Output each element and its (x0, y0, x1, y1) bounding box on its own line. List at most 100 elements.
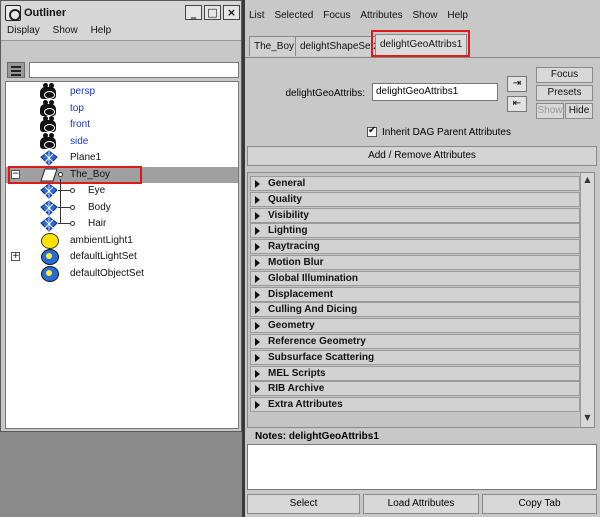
section-label: Raytracing (268, 241, 320, 253)
attribute-section[interactable]: Quality (250, 191, 580, 207)
outliner-item-label: defaultLightSet (70, 251, 137, 262)
inherit-dag-label: Inherit DAG Parent Attributes (382, 127, 511, 138)
menu-help[interactable]: Help (85, 23, 116, 36)
expand-arrow-icon[interactable] (255, 227, 260, 236)
focus-input-icon[interactable]: ⇥ (507, 76, 527, 92)
show-button[interactable]: Show (536, 103, 564, 119)
copy-tab-button[interactable]: Copy Tab (482, 494, 597, 514)
outliner-menubar: Display Show Help (1, 23, 241, 39)
outliner-item[interactable]: Eye (6, 183, 238, 199)
expand-arrow-icon[interactable] (255, 195, 260, 204)
focus-button[interactable]: Focus (536, 67, 593, 83)
menu-display[interactable]: Display (1, 23, 44, 36)
outliner-titlebar: Outliner _ □ × Display Show Help (1, 1, 241, 41)
presets-button[interactable]: Presets (536, 85, 593, 101)
expand-arrow-icon[interactable] (255, 353, 260, 362)
outliner-item[interactable]: + defaultLightSet (6, 249, 238, 265)
attribute-section[interactable]: General (250, 176, 580, 191)
section-label: Quality (268, 193, 302, 205)
tab-the-boy[interactable]: The_Boy (249, 36, 300, 56)
expand-icon[interactable]: + (11, 252, 20, 261)
expand-arrow-icon[interactable] (255, 322, 260, 331)
expand-arrow-icon[interactable] (255, 385, 260, 394)
close-button[interactable]: × (223, 5, 240, 20)
attribute-section[interactable]: Subsurface Scattering (250, 349, 580, 365)
section-label: Subsurface Scattering (268, 351, 375, 363)
attribute-editor-menubar: List Selected Focus Attributes Show Help (245, 8, 600, 24)
outliner-item[interactable]: side (6, 132, 238, 150)
expand-arrow-icon[interactable] (255, 306, 260, 315)
menu-help[interactable]: Help (443, 8, 471, 21)
node-name-label: delightGeoAttribs: (285, 88, 366, 99)
attribute-section[interactable]: Reference Geometry (250, 334, 580, 349)
sections-scrollbar[interactable]: ▲ ▼ (580, 173, 594, 427)
expand-arrow-icon[interactable] (255, 243, 260, 252)
expand-arrow-icon[interactable] (255, 274, 260, 283)
attribute-section[interactable]: Visibility (250, 207, 580, 223)
expand-arrow-icon[interactable] (255, 369, 260, 378)
expand-arrow-icon[interactable] (255, 401, 260, 410)
attribute-section[interactable]: RIB Archive (250, 381, 580, 397)
outliner-item[interactable]: Hair (6, 216, 238, 232)
outliner-item-label: side (70, 135, 89, 147)
camera-icon (40, 132, 56, 149)
expand-arrow-icon[interactable] (255, 338, 260, 346)
notes-textarea[interactable] (247, 444, 597, 490)
outliner-item[interactable]: defaultObjectSet (6, 265, 238, 282)
outliner-item[interactable]: Plane1 (6, 150, 238, 166)
outliner-item[interactable]: ambientLight1 (6, 232, 238, 249)
attribute-section[interactable]: Global Illumination (250, 270, 580, 286)
minimize-button[interactable]: _ (185, 5, 202, 20)
section-label: Displacement (268, 288, 334, 300)
attribute-section[interactable]: Raytracing (250, 239, 580, 255)
scroll-up-icon[interactable]: ▲ (581, 175, 594, 187)
outliner-item-label: Body (88, 201, 111, 213)
hierarchy-line (60, 178, 61, 224)
outliner-tree[interactable]: persp top front side Plane1− The_Boy Eye Body Ha… (5, 81, 239, 429)
menu-selected[interactable]: Selected (270, 8, 316, 21)
attribute-section[interactable]: MEL Scripts (250, 365, 580, 381)
node-name-input[interactable]: delightGeoAttribs1 (372, 83, 498, 101)
outliner-item-label: persp (70, 86, 96, 97)
maximize-button[interactable]: □ (204, 5, 221, 20)
camera-icon (40, 99, 56, 116)
menu-focus[interactable]: Focus (319, 8, 353, 21)
highlight-box (371, 30, 470, 57)
attribute-section[interactable]: Extra Attributes (250, 397, 580, 413)
load-attributes-button[interactable]: Load Attributes (363, 494, 479, 514)
inherit-dag-checkbox[interactable] (367, 125, 377, 137)
attribute-section[interactable]: Geometry (250, 318, 580, 334)
outliner-item[interactable]: top (6, 99, 238, 117)
outliner-item[interactable]: front (6, 116, 238, 133)
scroll-down-icon[interactable]: ▼ (581, 413, 594, 425)
filter-icon[interactable] (7, 62, 25, 78)
menu-attributes[interactable]: Attributes (356, 8, 405, 21)
expand-arrow-icon[interactable] (255, 180, 260, 188)
focus-output-icon[interactable]: ⇤ (507, 96, 527, 112)
window-title: Outliner (24, 7, 67, 19)
attribute-sections: ▲ ▼ General Quality Visibility Lighting Rayt… (247, 172, 595, 428)
menu-show[interactable]: Show (47, 23, 82, 36)
select-button[interactable]: Select (247, 494, 360, 514)
section-label: Visibility (268, 209, 309, 221)
menu-show[interactable]: Show (408, 8, 440, 21)
camera-icon (40, 83, 56, 99)
outliner-item-label: top (70, 102, 84, 114)
camera-icon (40, 116, 56, 132)
hierarchy-dot-icon (70, 188, 75, 193)
hide-button[interactable]: Hide (565, 103, 593, 119)
outliner-item[interactable]: Body (6, 199, 238, 216)
add-remove-attributes-button[interactable]: Add / Remove Attributes (247, 146, 597, 166)
menu-list[interactable]: List (245, 8, 268, 21)
expand-arrow-icon[interactable] (255, 290, 260, 299)
mesh-icon (40, 199, 58, 216)
attribute-section[interactable]: Motion Blur (250, 255, 580, 270)
filter-input[interactable] (29, 62, 239, 78)
attribute-section[interactable]: Lighting (250, 223, 580, 239)
outliner-item-label: Hair (88, 218, 107, 229)
attribute-section[interactable]: Displacement (250, 286, 580, 302)
expand-arrow-icon[interactable] (255, 259, 260, 267)
attribute-section[interactable]: Culling And Dicing (250, 302, 580, 318)
outliner-item[interactable]: persp (6, 83, 238, 100)
expand-arrow-icon[interactable] (255, 211, 260, 220)
